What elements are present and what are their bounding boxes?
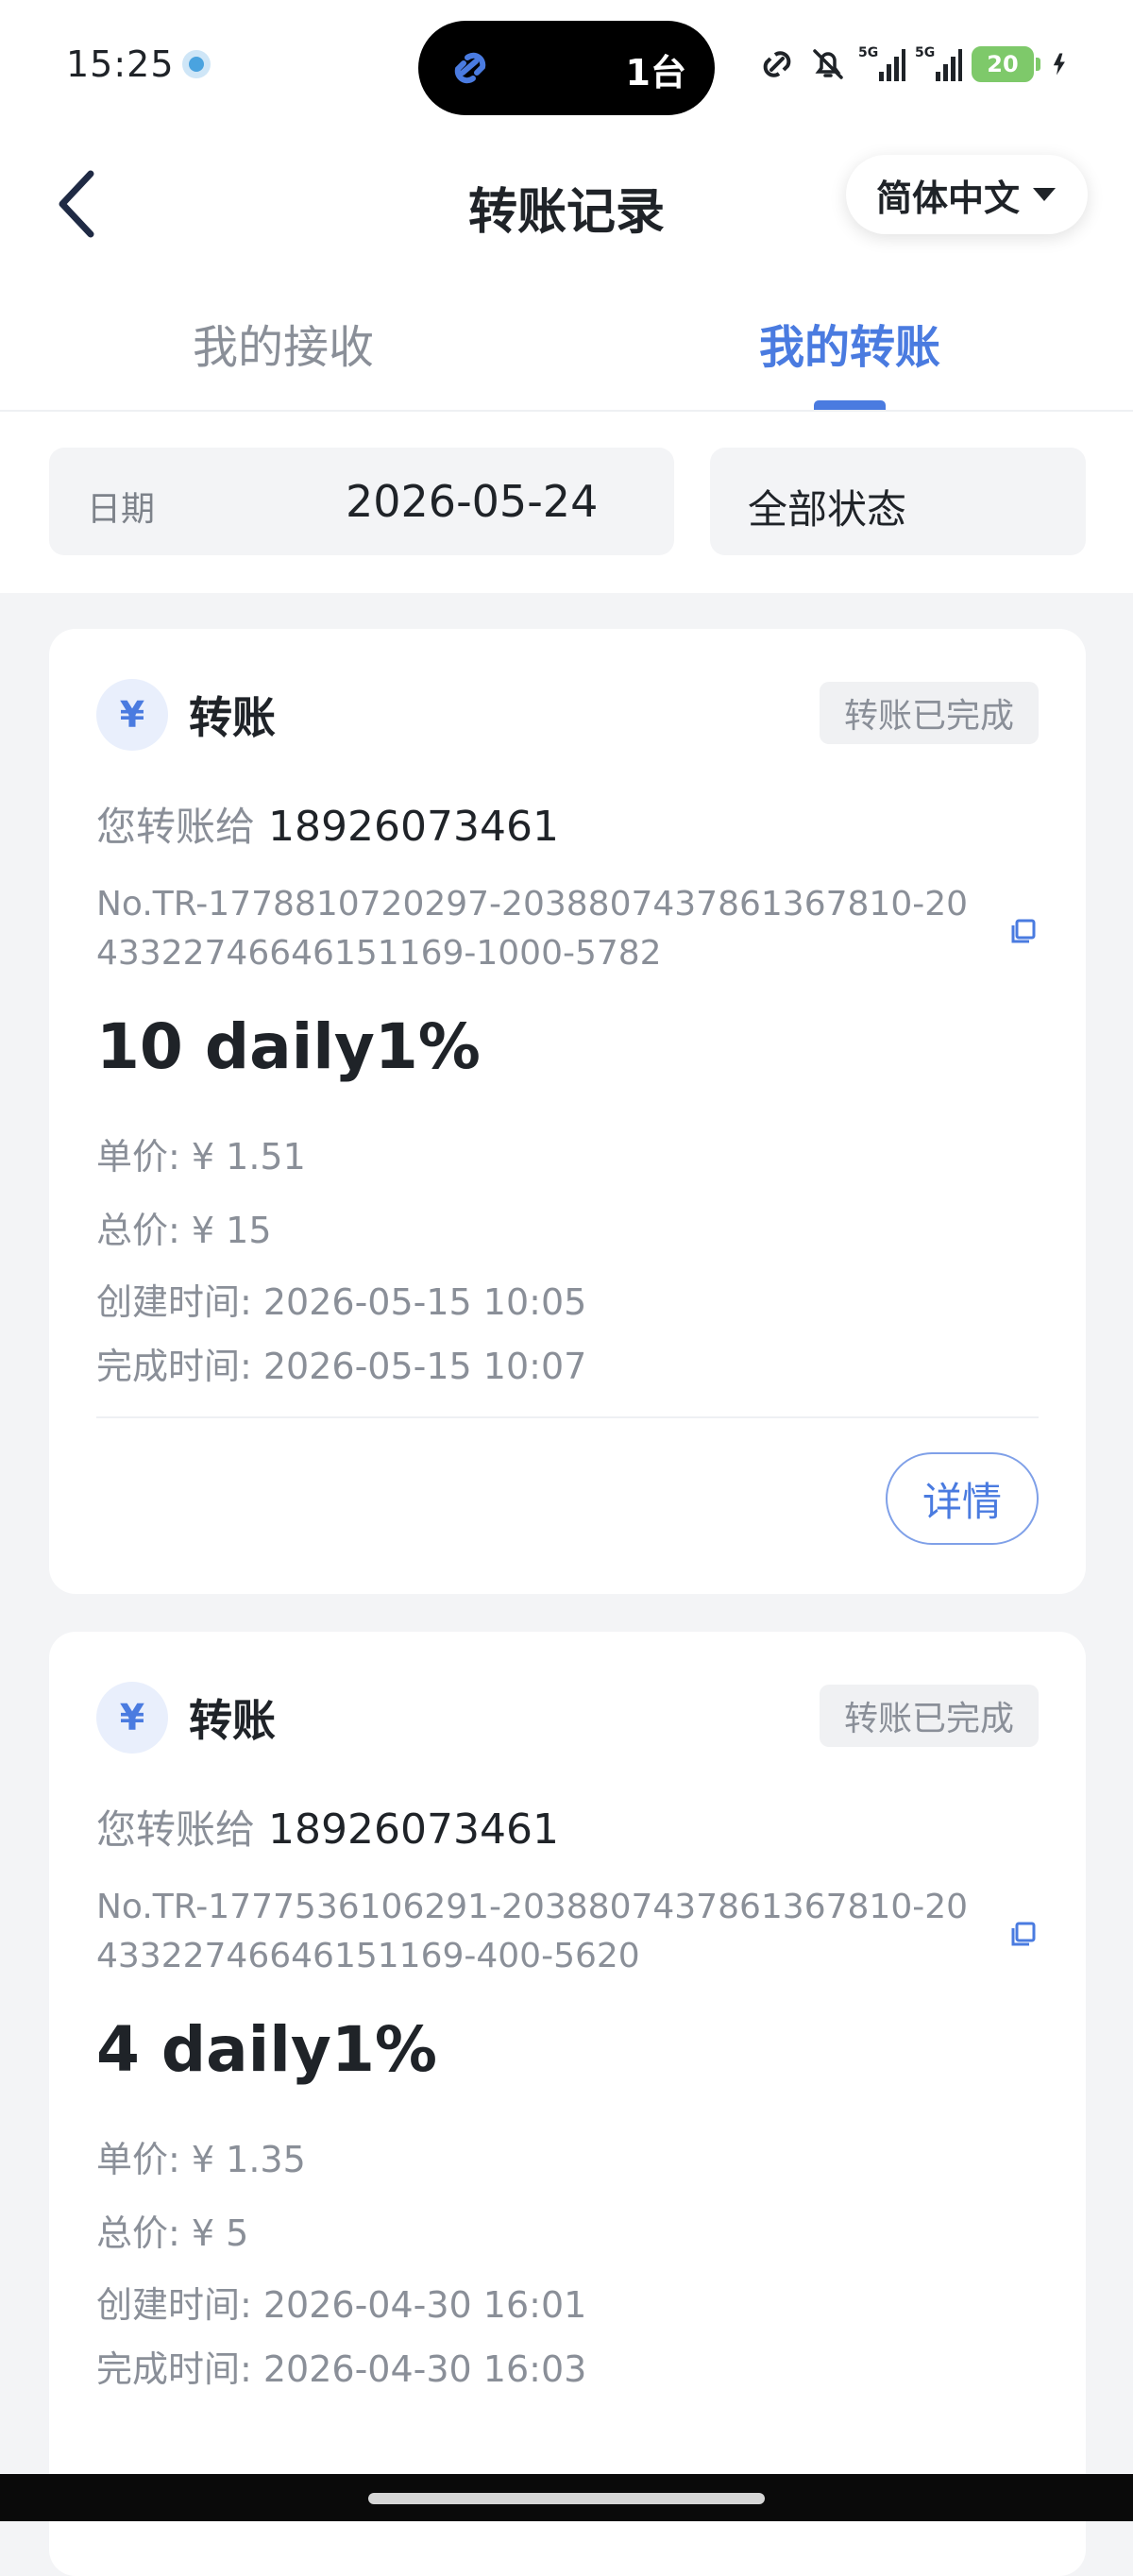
tab-my-transfers[interactable]: 我的转账 bbox=[566, 310, 1133, 376]
copy-icon[interactable] bbox=[1010, 1921, 1037, 1947]
date-filter[interactable]: 日期 2026-05-24 bbox=[49, 448, 674, 555]
status-icons: 5G 5G 20 bbox=[756, 38, 1076, 91]
date-filter-value: 2026-05-24 bbox=[346, 476, 599, 527]
recipient-label: 您转账给 bbox=[96, 804, 256, 850]
recipient-label: 您转账给 bbox=[96, 1806, 256, 1853]
system-nav-bar bbox=[0, 2474, 1133, 2521]
order-number: No.TR-1777536106291-2038807437861367810-… bbox=[96, 1888, 969, 1975]
unit-price: 单价: ¥ 1.35 bbox=[96, 2139, 306, 2180]
signal-5g-icon: 5G bbox=[858, 45, 905, 81]
recipient-line: 您转账给 18926073461 bbox=[96, 795, 559, 853]
total-price: 总价: ¥ 5 bbox=[96, 2212, 249, 2254]
product-title: 10 daily1% bbox=[96, 1010, 481, 1083]
divider bbox=[96, 1416, 1039, 1418]
link-icon bbox=[763, 51, 791, 77]
filter-bar: 日期 2026-05-24 全部状态 bbox=[0, 412, 1133, 593]
record-type: 转账 bbox=[189, 692, 276, 743]
dynamic-island[interactable]: 1台 bbox=[418, 21, 715, 115]
battery-level: 20 bbox=[987, 51, 1019, 77]
status-filter-value: 全部状态 bbox=[748, 486, 907, 533]
link-icon bbox=[454, 52, 486, 84]
recipient-number: 18926073461 bbox=[268, 1805, 559, 1854]
status-badge: 转账已完成 bbox=[819, 682, 1039, 744]
tab-my-received[interactable]: 我的接收 bbox=[0, 310, 566, 376]
order-number: No.TR-1778810720297-2038807437861367810-… bbox=[96, 885, 969, 973]
date-filter-label: 日期 bbox=[87, 490, 156, 529]
status-time: 15:25 bbox=[66, 43, 175, 85]
unit-price: 单价: ¥ 1.51 bbox=[96, 1136, 306, 1178]
chevron-down-icon bbox=[1033, 188, 1056, 201]
svg-text:5G: 5G bbox=[858, 45, 878, 60]
record-header: ¥ 转账 bbox=[96, 678, 276, 752]
bell-off-icon bbox=[813, 49, 843, 79]
status-bar: 15:25 1台 5G 5G 20 bbox=[0, 0, 1133, 132]
battery-icon: 20 bbox=[972, 46, 1034, 82]
charging-icon bbox=[1053, 53, 1065, 76]
created-time: 创建时间: 2026-05-15 10:05 bbox=[96, 1281, 587, 1323]
copy-icon[interactable] bbox=[1010, 918, 1037, 944]
yen-icon: ¥ bbox=[96, 1682, 168, 1754]
completed-time: 完成时间: 2026-04-30 16:03 bbox=[96, 2348, 587, 2390]
status-badge: 转账已完成 bbox=[819, 1685, 1039, 1747]
recipient-number: 18926073461 bbox=[268, 803, 559, 851]
tab-bar: 我的接收 我的转账 bbox=[0, 274, 1133, 412]
battery-tip bbox=[1036, 58, 1040, 71]
language-selector[interactable]: 简体中文 bbox=[845, 155, 1088, 234]
app-notification-icon bbox=[182, 50, 211, 78]
created-time: 创建时间: 2026-04-30 16:01 bbox=[96, 2284, 587, 2326]
home-indicator[interactable] bbox=[368, 2493, 765, 2504]
record-header: ¥ 转账 bbox=[96, 1681, 276, 1754]
app-header: 转账记录 简体中文 bbox=[0, 132, 1133, 274]
status-filter[interactable]: 全部状态 bbox=[710, 448, 1086, 555]
yen-icon: ¥ bbox=[96, 679, 168, 751]
recipient-line: 您转账给 18926073461 bbox=[96, 1798, 559, 1856]
language-label: 简体中文 bbox=[875, 177, 1020, 219]
island-label: 1台 bbox=[625, 52, 686, 93]
active-tab-indicator bbox=[814, 400, 886, 410]
signal-5g-icon: 5G bbox=[915, 45, 962, 81]
detail-button[interactable]: 详情 bbox=[886, 1452, 1039, 1545]
completed-time: 完成时间: 2026-05-15 10:07 bbox=[96, 1346, 587, 1387]
svg-text:5G: 5G bbox=[915, 45, 935, 60]
transfer-record-card: ¥ 转账 转账已完成 您转账给 18926073461 No.TR-1777536… bbox=[49, 1632, 1086, 2576]
transfer-record-card: ¥ 转账 转账已完成 您转账给 18926073461 No.TR-1778810… bbox=[49, 629, 1086, 1594]
total-price: 总价: ¥ 15 bbox=[96, 1210, 272, 1251]
record-type: 转账 bbox=[189, 1695, 276, 1746]
product-title: 4 daily1% bbox=[96, 2013, 438, 2086]
